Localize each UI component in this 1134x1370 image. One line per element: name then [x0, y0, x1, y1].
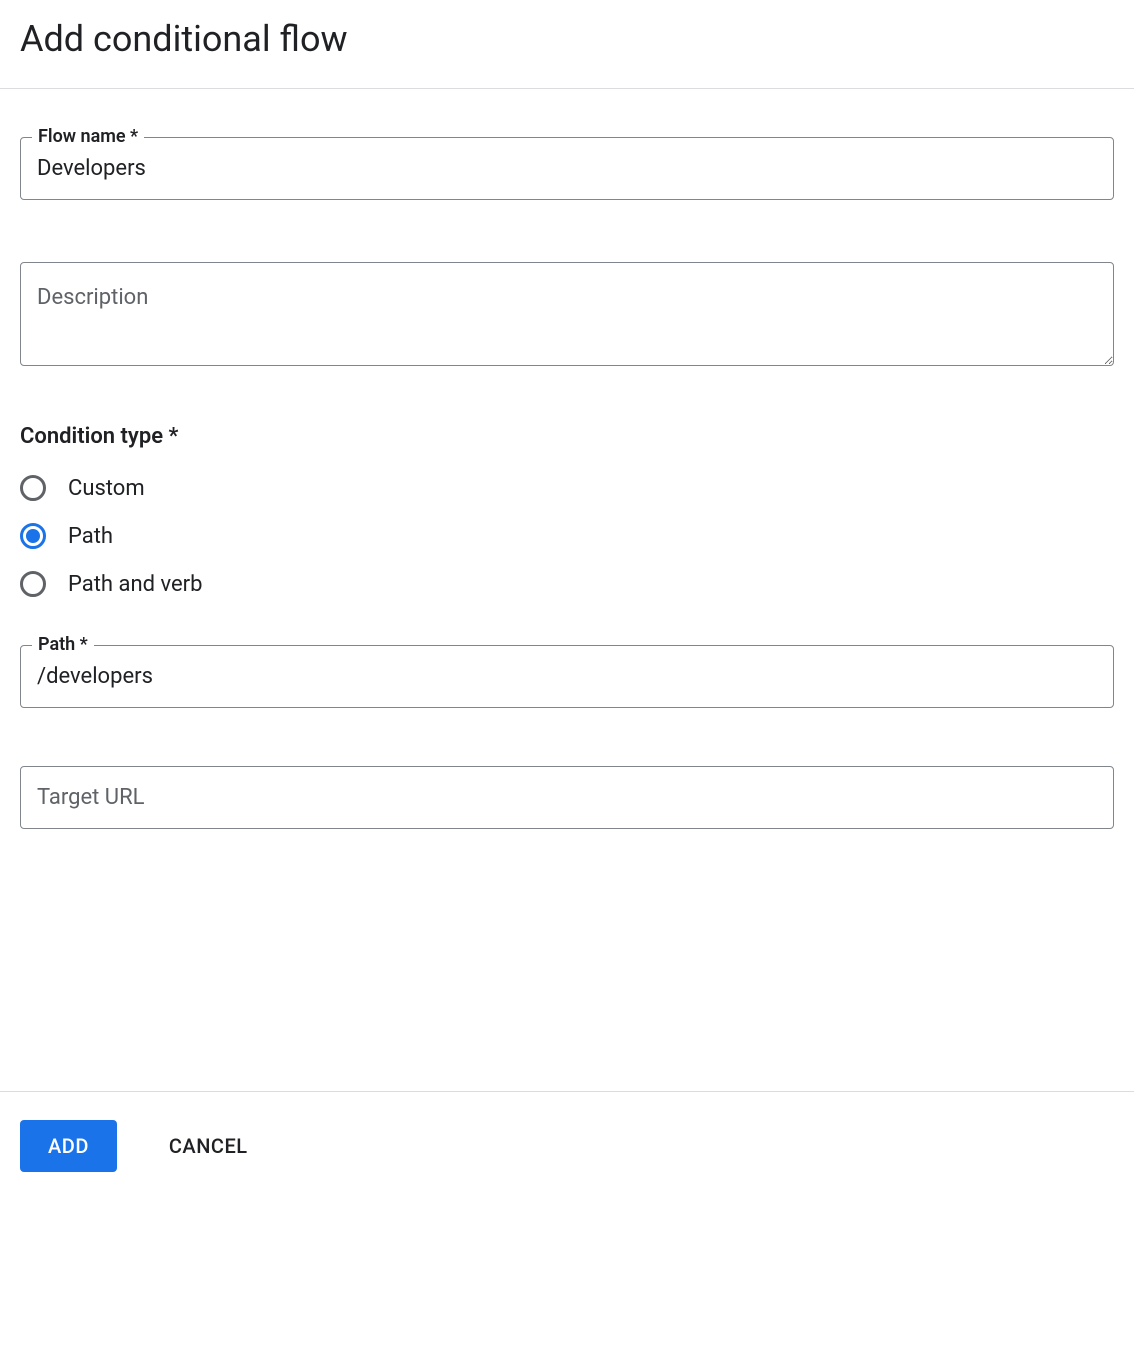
- radio-option-custom[interactable]: Custom: [20, 475, 1114, 501]
- condition-type-radio-group: Custom Path Path and verb: [20, 475, 1114, 597]
- flow-name-label: Flow name *: [32, 126, 144, 147]
- flow-name-field-wrapper: Flow name *: [20, 137, 1114, 200]
- target-url-input[interactable]: [20, 766, 1114, 829]
- condition-type-label: Condition type *: [20, 424, 1114, 449]
- description-textarea[interactable]: [20, 262, 1114, 366]
- radio-icon: [20, 475, 46, 501]
- dialog-content: Flow name * Condition type * Custom Path…: [0, 89, 1134, 911]
- flow-name-input[interactable]: [20, 137, 1114, 200]
- radio-icon: [20, 571, 46, 597]
- dialog-title: Add conditional flow: [20, 18, 1114, 60]
- description-field-wrapper: [20, 262, 1114, 370]
- dialog-footer: ADD CANCEL: [0, 1091, 1134, 1200]
- path-input[interactable]: [20, 645, 1114, 708]
- radio-label-path: Path: [68, 524, 113, 549]
- radio-option-path-and-verb[interactable]: Path and verb: [20, 571, 1114, 597]
- path-field-wrapper: Path *: [20, 645, 1114, 708]
- cancel-button[interactable]: CANCEL: [169, 1134, 248, 1158]
- radio-label-path-and-verb: Path and verb: [68, 572, 202, 597]
- radio-label-custom: Custom: [68, 476, 145, 501]
- add-button[interactable]: ADD: [20, 1120, 117, 1172]
- target-url-field-wrapper: [20, 766, 1114, 829]
- radio-icon: [20, 523, 46, 549]
- radio-option-path[interactable]: Path: [20, 523, 1114, 549]
- path-label: Path *: [32, 634, 94, 655]
- dialog-header: Add conditional flow: [0, 0, 1134, 89]
